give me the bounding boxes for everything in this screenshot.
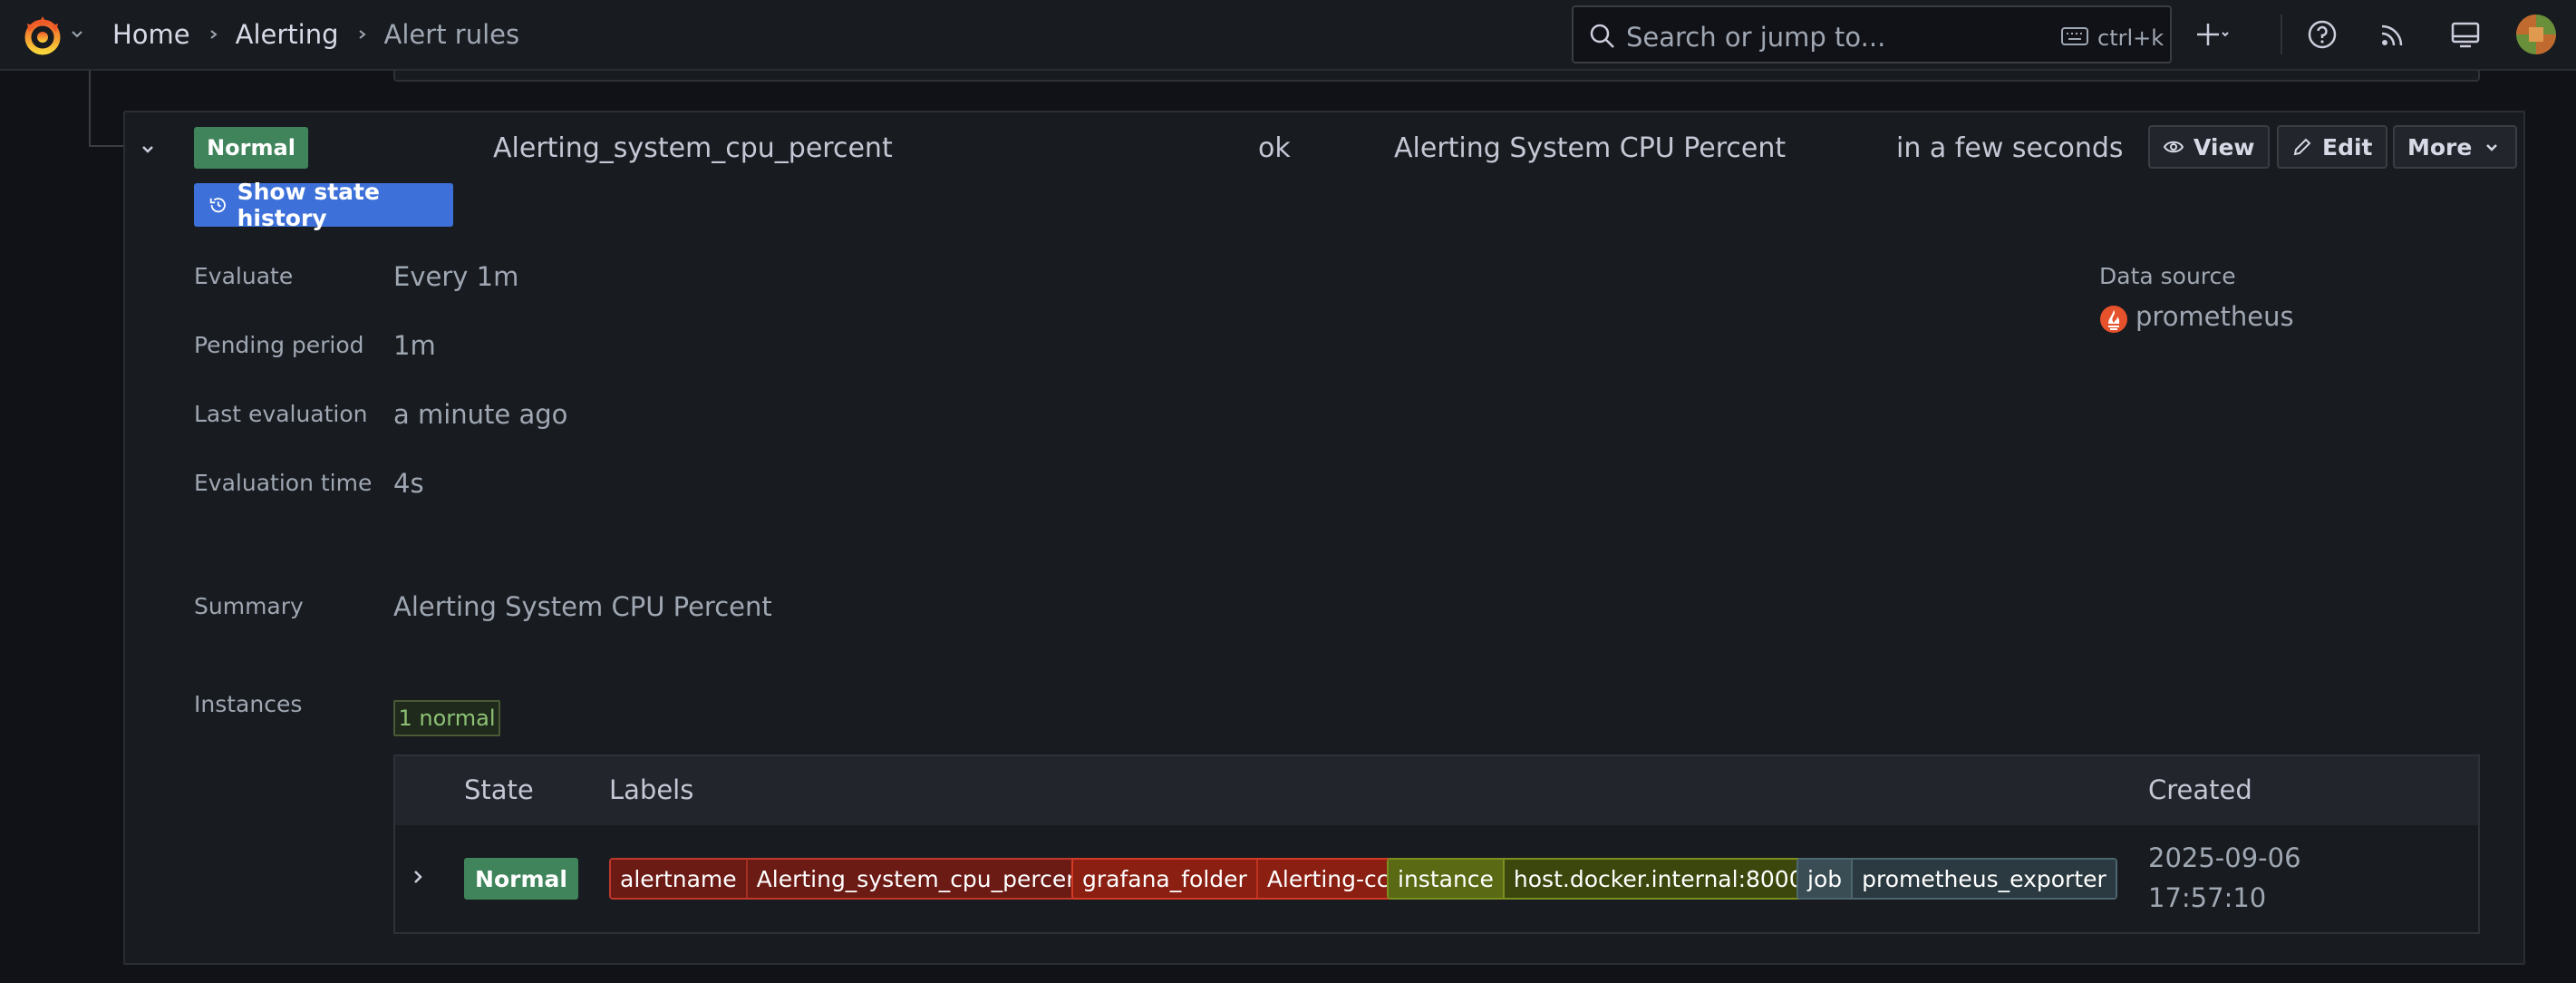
tree-connector	[89, 145, 125, 147]
toolbar-divider	[2281, 15, 2282, 54]
instances-table: State Labels Created Normal alertname Al…	[393, 754, 2480, 934]
evaluate-value: Every 1m	[393, 261, 519, 292]
edit-button-label: Edit	[2322, 133, 2373, 161]
prometheus-icon	[2100, 306, 2127, 333]
column-header-state: State	[464, 774, 534, 805]
label-job: job prometheus_exporter	[1796, 858, 2117, 900]
label-grafana-folder: grafana_folder Alerting-cc	[1071, 858, 1400, 900]
evaluate-label: Evaluate	[194, 263, 294, 289]
instances-label: Instances	[194, 691, 303, 717]
label-value: Alerting-cc	[1255, 860, 1399, 898]
instances-count-badge[interactable]: 1 normal	[393, 700, 500, 736]
search-icon	[1590, 24, 1614, 48]
instance-state-badge: Normal	[464, 858, 578, 900]
show-state-history-label: Show state history	[237, 179, 380, 231]
chevron-right-icon	[358, 30, 366, 39]
view-button-label: View	[2193, 133, 2255, 161]
pending-period-label: Pending period	[194, 332, 364, 358]
chevron-down-icon[interactable]	[136, 138, 160, 161]
grafana-logo-icon[interactable]	[20, 13, 65, 58]
last-evaluation-value: a minute ago	[393, 399, 568, 430]
breadcrumb-home[interactable]: Home	[112, 19, 190, 50]
search-shortcut: ctrl+k	[2097, 25, 2164, 51]
help-icon[interactable]	[2306, 18, 2339, 51]
more-button[interactable]: More	[2393, 125, 2518, 169]
rule-name: Alerting_system_cpu_percent	[493, 132, 893, 164]
label-value: Alerting_system_cpu_percent	[745, 860, 1099, 898]
chevron-right-icon	[210, 30, 218, 39]
rule-health: ok	[1258, 132, 1291, 164]
pending-period-value: 1m	[393, 330, 436, 361]
breadcrumb-alert-rules: Alert rules	[383, 19, 520, 50]
label-key: alertname	[611, 860, 746, 898]
search-input[interactable]: Search or jump to... ctrl+k	[1572, 5, 2172, 63]
chevron-down-icon	[2486, 144, 2498, 151]
instances-table-header: State Labels Created	[395, 756, 2478, 825]
data-source-label: Data source	[2099, 263, 2236, 289]
edit-button[interactable]: Edit	[2277, 125, 2387, 169]
created-date: 2025-09-06	[2148, 842, 2301, 873]
chevron-down-icon[interactable]	[69, 25, 85, 42]
tree-connector	[89, 71, 91, 147]
user-avatar[interactable]	[2516, 15, 2556, 54]
label-alertname: alertname Alerting_system_cpu_percent	[609, 858, 1100, 900]
keyboard-icon	[2061, 27, 2088, 45]
column-header-labels: Labels	[609, 774, 694, 805]
summary-label: Summary	[194, 593, 304, 619]
pencil-icon	[2293, 138, 2311, 156]
show-state-history-button[interactable]: Show state history	[194, 179, 453, 231]
news-rss-icon[interactable]	[2377, 18, 2409, 51]
label-value: host.docker.internal:8000	[1502, 860, 1813, 898]
data-source-link[interactable]: prometheus	[2135, 301, 2294, 332]
chevron-right-icon[interactable]	[406, 865, 430, 889]
history-icon	[209, 198, 226, 213]
top-navigation-bar: Home Alerting Alert rules Search or jump…	[0, 0, 2576, 71]
rule-next-evaluation: in a few seconds	[1896, 132, 2124, 164]
label-value: prometheus_exporter	[1851, 860, 2116, 898]
label-instance: instance host.docker.internal:8000	[1387, 858, 1815, 900]
kiosk-monitor-icon[interactable]	[2449, 18, 2482, 51]
plus-icon[interactable]	[2197, 18, 2230, 51]
breadcrumb-alerting[interactable]: Alerting	[236, 19, 339, 50]
search-placeholder: Search or jump to...	[1626, 22, 1886, 53]
evaluation-time-label: Evaluation time	[194, 470, 373, 496]
label-key: grafana_folder	[1073, 860, 1256, 898]
summary-value: Alerting System CPU Percent	[393, 591, 772, 622]
created-time: 17:57:10	[2148, 882, 2267, 913]
eye-icon	[2163, 141, 2184, 153]
previous-rule-details	[393, 71, 2480, 82]
breadcrumb: Home Alerting Alert rules	[112, 18, 519, 51]
more-button-label: More	[2407, 133, 2473, 161]
label-key: instance	[1389, 860, 1503, 898]
last-evaluation-label: Last evaluation	[194, 401, 368, 427]
rule-summary: Alerting System CPU Percent	[1394, 132, 1787, 164]
instance-created: 2025-09-06 17:57:10	[2148, 838, 2348, 918]
view-button[interactable]: View	[2148, 125, 2270, 169]
rule-state-badge: Normal	[194, 127, 308, 169]
evaluation-time-value: 4s	[393, 468, 424, 499]
column-header-created: Created	[2148, 774, 2252, 805]
label-key: job	[1798, 860, 1852, 898]
